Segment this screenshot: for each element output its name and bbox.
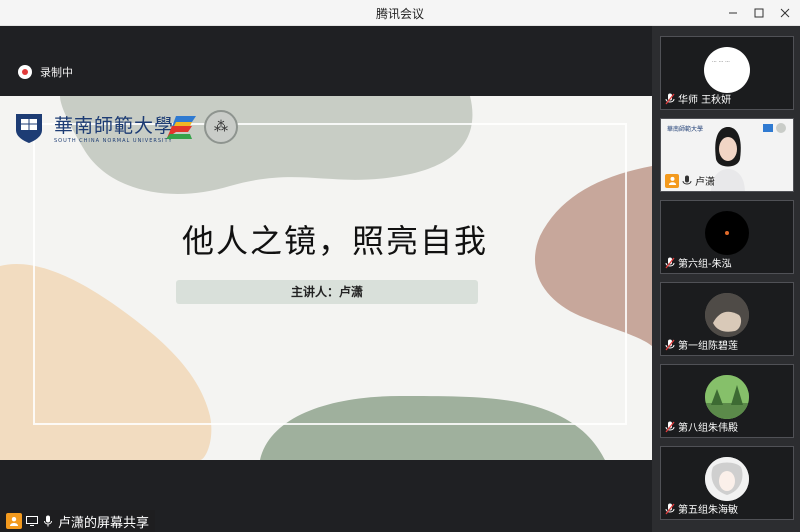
mic-icon [665, 503, 675, 514]
title-bar: 腾讯会议 [0, 0, 800, 26]
share-stage: 录制中 華南師範大學 SOUTH CHINA NORMAL UNIVERSITY… [0, 26, 652, 532]
avatar [705, 211, 749, 255]
participant-name-tag: 第五组朱海敏 [665, 501, 738, 516]
meeting-area: 录制中 華南師範大學 SOUTH CHINA NORMAL UNIVERSITY… [0, 26, 800, 532]
participant-tile-active[interactable]: 華南師範大學 卢潇 [660, 118, 794, 192]
participant-name: 第一组陈碧莲 [678, 341, 738, 352]
avatar [705, 375, 749, 419]
avatar [705, 457, 749, 501]
participant-tile[interactable]: ⋯ ⋯ ⋯ 华师 王秋妍 [660, 36, 794, 110]
participant-name: 华师 王秋妍 [678, 95, 732, 106]
record-icon [18, 65, 32, 79]
screen-share-bar[interactable]: 卢潇的屏幕共享 [0, 510, 156, 532]
maximize-button[interactable] [746, 0, 772, 26]
participant-name: 第八组朱伟殿 [678, 423, 738, 434]
participant-name: 第六组-朱泓 [678, 259, 732, 270]
window-title: 腾讯会议 [375, 7, 424, 21]
participant-name: 卢潇 [695, 177, 715, 188]
user-icon [665, 173, 679, 188]
participant-list: ⋯ ⋯ ⋯ 华师 王秋妍 華南師範大學 卢潇 第六组-朱泓 第一组陈碧莲 第八组… [652, 26, 800, 532]
university-crest-icon [16, 114, 42, 143]
seal-emblem-icon: ⁂ [204, 110, 238, 144]
mic-icon [42, 515, 54, 527]
participant-tile[interactable]: 第八组朱伟殿 [660, 364, 794, 438]
svg-text:華南師範大學: 華南師範大學 [667, 125, 703, 133]
participant-tile[interactable]: 第一组陈碧莲 [660, 282, 794, 356]
recording-indicator[interactable]: 录制中 [18, 64, 73, 80]
mic-icon [682, 175, 692, 184]
screen-share-icon [26, 515, 38, 527]
participant-tile[interactable]: 第六组-朱泓 [660, 200, 794, 274]
slide-background [0, 96, 652, 460]
university-name-en: SOUTH CHINA NORMAL UNIVERSITY [54, 137, 173, 144]
maximize-icon [754, 8, 764, 18]
participant-name-tag: 华师 王秋妍 [665, 91, 731, 106]
minimize-icon [729, 12, 737, 14]
mic-icon [665, 257, 675, 268]
participant-name-tag: 第六组-朱泓 [665, 255, 732, 270]
svg-text:⋯ ⋯ ⋯: ⋯ ⋯ ⋯ [712, 59, 730, 65]
slide-speaker: 主讲人：卢潇 [176, 280, 478, 304]
avatar: ⋯ ⋯ ⋯ [704, 47, 750, 93]
minimize-button[interactable] [720, 0, 746, 26]
participant-name: 第五组朱海敏 [678, 505, 738, 516]
close-icon [780, 8, 790, 18]
avatar [705, 293, 749, 337]
university-logo: 華南師範大學 SOUTH CHINA NORMAL UNIVERSITY [12, 110, 174, 144]
share-label: 卢潇的屏幕共享 [58, 515, 150, 531]
participant-name-tag: 卢潇 [665, 173, 715, 188]
mic-icon [665, 421, 675, 432]
slide-title: 他人之镜，照亮自我 [181, 222, 488, 260]
mic-icon [665, 339, 675, 350]
recording-label: 录制中 [40, 66, 73, 79]
close-button[interactable] [772, 0, 798, 26]
participant-name-tag: 第八组朱伟殿 [665, 419, 738, 434]
user-icon [6, 513, 22, 529]
participant-tile[interactable]: 第五组朱海敏 [660, 446, 794, 520]
shared-slide: 華南師範大學 SOUTH CHINA NORMAL UNIVERSITY ⁂ 他… [0, 96, 652, 460]
college-emblem-icon [166, 116, 196, 139]
participant-name-tag: 第一组陈碧莲 [665, 337, 738, 352]
mic-icon [665, 93, 675, 104]
university-name: 華南師範大學 [54, 114, 175, 137]
